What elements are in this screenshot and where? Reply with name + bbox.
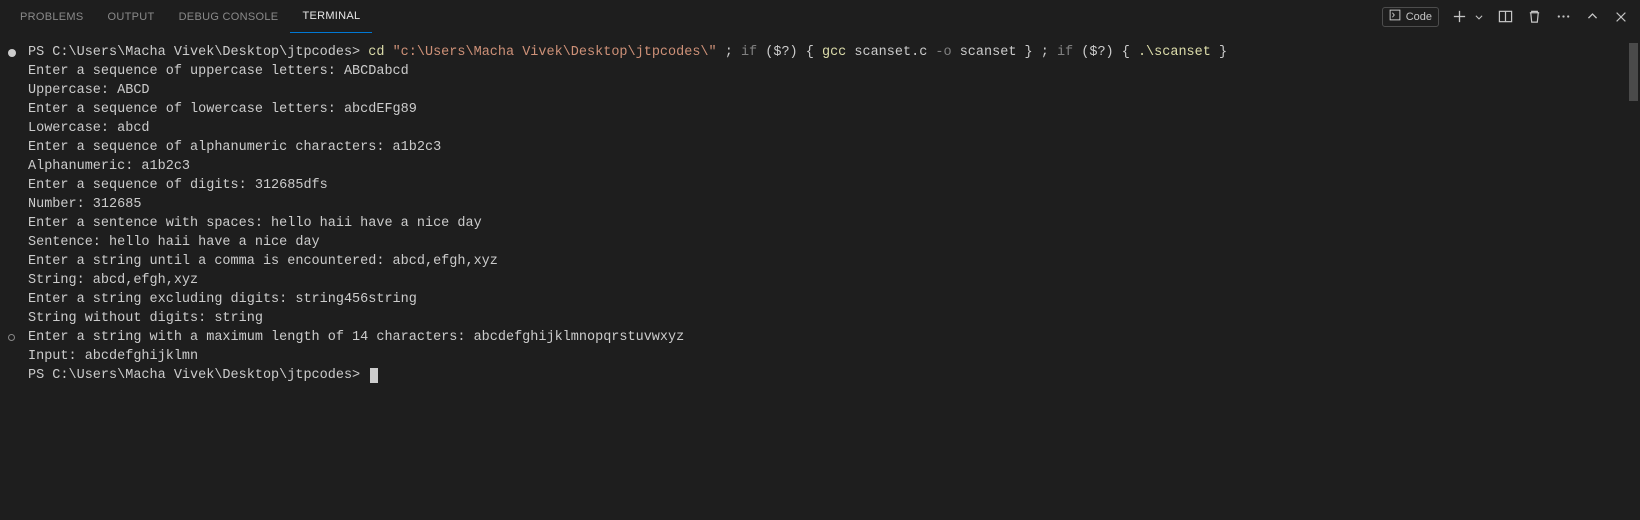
cmd-token: ($?) { xyxy=(757,45,822,60)
cmd-token: "c:\Users\Macha Vivek\Desktop\jtpcodes\" xyxy=(393,45,717,60)
more-actions-icon[interactable] xyxy=(1554,8,1572,26)
cmd-token: -o xyxy=(935,45,951,60)
terminal-line: Lowercase: abcd xyxy=(28,119,1636,138)
maximize-panel-icon[interactable] xyxy=(1583,8,1601,26)
terminal-line: Enter a string with a maximum length of … xyxy=(28,328,1636,347)
terminal-line: Enter a string excluding digits: string4… xyxy=(28,290,1636,309)
terminal-line: Enter a sentence with spaces: hello haii… xyxy=(28,214,1636,233)
cmd-token: ; xyxy=(717,45,741,60)
cmd-token: cd xyxy=(368,45,384,60)
launch-profile-button[interactable]: Code xyxy=(1382,7,1439,27)
terminal-line: String: abcd,efgh,xyz xyxy=(28,271,1636,290)
cmd-token: ; xyxy=(1041,45,1057,60)
cmd-token: if xyxy=(1057,45,1073,60)
prompt-text: PS C:\Users\Macha Vivek\Desktop\jtpcodes… xyxy=(28,45,368,60)
terminal-line: Enter a sequence of uppercase letters: A… xyxy=(28,62,1636,81)
terminal-line: PS C:\Users\Macha Vivek\Desktop\jtpcodes… xyxy=(28,366,1636,385)
terminal-line: Sentence: hello haii have a nice day xyxy=(28,233,1636,252)
cmd-token: scanset.c xyxy=(846,45,935,60)
terminal-body[interactable]: PS C:\Users\Macha Vivek\Desktop\jtpcodes… xyxy=(0,33,1640,385)
terminal-content: PS C:\Users\Macha Vivek\Desktop\jtpcodes… xyxy=(10,43,1636,385)
kill-terminal-icon[interactable] xyxy=(1525,8,1543,26)
cmd-token: scanset } xyxy=(952,45,1041,60)
terminal-line: Uppercase: ABCD xyxy=(28,81,1636,100)
cmd-token: gcc xyxy=(822,45,846,60)
launch-profile-label: Code xyxy=(1406,11,1432,23)
new-terminal-icon[interactable] xyxy=(1450,8,1468,26)
terminal-line: Enter a sequence of lowercase letters: a… xyxy=(28,100,1636,119)
chevron-down-icon[interactable] xyxy=(1473,8,1485,26)
close-panel-icon[interactable] xyxy=(1612,8,1630,26)
task-status-dot xyxy=(8,49,16,57)
launch-profile-icon xyxy=(1389,9,1401,24)
vertical-scrollbar[interactable] xyxy=(1629,43,1638,101)
cmd-token: ($?) { xyxy=(1073,45,1138,60)
cmd-token: if xyxy=(741,45,757,60)
panel-toolbar: Code xyxy=(1382,0,1630,33)
terminal-line: Input: abcdefghijklmn xyxy=(28,347,1636,366)
cmd-token: .\scanset xyxy=(1138,45,1211,60)
panel-tabs: PROBLEMS OUTPUT DEBUG CONSOLE TERMINAL C… xyxy=(0,0,1640,33)
tab-problems[interactable]: PROBLEMS xyxy=(8,0,96,33)
terminal-line: PS C:\Users\Macha Vivek\Desktop\jtpcodes… xyxy=(28,43,1636,62)
terminal-line: Enter a string until a comma is encounte… xyxy=(28,252,1636,271)
tab-debug-console[interactable]: DEBUG CONSOLE xyxy=(167,0,291,33)
cmd-token: } xyxy=(1211,45,1227,60)
terminal-line: Enter a sequence of alphanumeric charact… xyxy=(28,138,1636,157)
tab-terminal[interactable]: TERMINAL xyxy=(290,0,372,33)
task-status-dot xyxy=(8,334,15,341)
terminal-line: Alphanumeric: a1b2c3 xyxy=(28,157,1636,176)
tab-output[interactable]: OUTPUT xyxy=(96,0,167,33)
terminal-cursor xyxy=(370,368,378,383)
terminal-line: Number: 312685 xyxy=(28,195,1636,214)
terminal-line: Enter a sequence of digits: 312685dfs xyxy=(28,176,1636,195)
terminal-line: String without digits: string xyxy=(28,309,1636,328)
split-terminal-icon[interactable] xyxy=(1496,8,1514,26)
prompt-text: PS C:\Users\Macha Vivek\Desktop\jtpcodes… xyxy=(28,368,368,383)
